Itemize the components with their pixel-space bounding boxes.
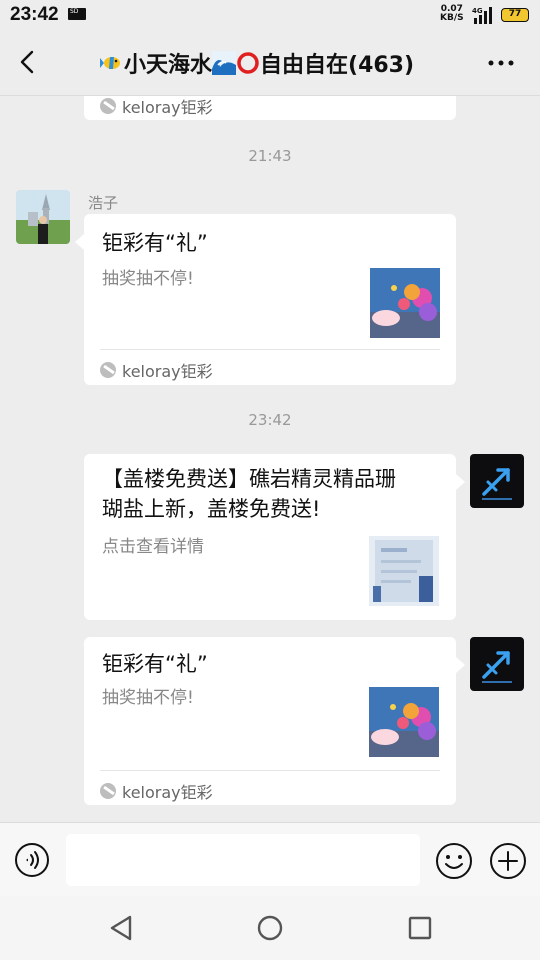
card-source-label: keloray钜彩 bbox=[122, 783, 213, 802]
card-source: keloray钜彩 bbox=[100, 779, 213, 803]
card-desc: 抽奖抽不停! bbox=[102, 688, 194, 708]
card-thumbnail bbox=[370, 268, 440, 338]
chat-title-suffix: 自由自在(463) bbox=[260, 53, 415, 78]
sender-name: 浩子 bbox=[88, 194, 119, 212]
message-card[interactable]: 钜彩有“礼” 抽奖抽不停! keloray钜彩 bbox=[84, 214, 456, 385]
more-dots-icon[interactable] bbox=[486, 52, 516, 74]
card-divider bbox=[100, 770, 440, 771]
network-speed-unit: KB/S bbox=[440, 13, 464, 23]
message-card[interactable]: 钜彩有“礼” 抽奖抽不停! keloray钜彩 bbox=[84, 637, 456, 805]
square-recent-icon[interactable] bbox=[405, 913, 435, 943]
status-bar: 23:42 SD 0.07 KB/S 4G 77 bbox=[0, 0, 540, 30]
avatar[interactable] bbox=[470, 454, 524, 508]
card-title: 钜彩有“礼” bbox=[102, 652, 208, 676]
system-nav-bar bbox=[0, 896, 540, 960]
message-card[interactable]: 【盖楼免费送】礁岩精灵精品珊 瑚盐上新，盖楼免费送! 点击查看详情 bbox=[84, 454, 456, 620]
timestamp: 21:43 bbox=[248, 147, 292, 165]
card-desc: 点击查看详情 bbox=[102, 537, 204, 557]
bubble-tail bbox=[75, 234, 84, 250]
network-speed: 0.07 KB/S bbox=[440, 5, 464, 23]
avatar[interactable] bbox=[16, 190, 70, 244]
app-logo-icon bbox=[100, 362, 116, 378]
timestamp: 23:42 bbox=[248, 411, 292, 429]
card-source: keloray钜彩 bbox=[100, 96, 213, 118]
sd-card-icon: SD bbox=[68, 8, 86, 20]
circle-home-icon[interactable] bbox=[255, 913, 285, 943]
app-logo-icon bbox=[100, 98, 116, 114]
chat-messages[interactable]: keloray钜彩 21:43 浩子 钜彩有“礼” 抽奖抽不停! keloray… bbox=[0, 96, 540, 822]
card-source-label: keloray钜彩 bbox=[122, 98, 213, 117]
message-card-partial[interactable]: keloray钜彩 bbox=[84, 96, 456, 120]
status-time: 23:42 bbox=[10, 4, 59, 25]
card-title-line-2: 瑚盐上新，盖楼免费送! bbox=[102, 497, 321, 521]
card-source-label: keloray钜彩 bbox=[122, 362, 213, 381]
triangle-back-icon[interactable] bbox=[106, 913, 136, 943]
plus-icon[interactable] bbox=[489, 842, 527, 880]
red-circle-icon bbox=[236, 51, 260, 75]
chat-title-main: 小天海水 bbox=[124, 53, 213, 78]
card-title: 钜彩有“礼” bbox=[102, 231, 208, 255]
network-type: 4G bbox=[472, 7, 483, 15]
chevron-left-icon[interactable] bbox=[14, 48, 42, 76]
card-thumbnail bbox=[369, 536, 439, 606]
fish-icon bbox=[100, 51, 124, 75]
bubble-tail bbox=[456, 657, 465, 673]
input-bar bbox=[0, 822, 540, 896]
card-thumbnail bbox=[369, 687, 439, 757]
emoji-icon[interactable] bbox=[435, 842, 473, 880]
bubble-tail bbox=[456, 474, 465, 490]
card-desc: 抽奖抽不停! bbox=[102, 269, 194, 289]
signal-icon: 4G bbox=[472, 6, 496, 24]
chat-title: 小天海水 自由自在(463) bbox=[100, 46, 440, 80]
battery-icon: 77 bbox=[501, 8, 529, 22]
avatar[interactable] bbox=[470, 637, 524, 691]
voice-icon[interactable] bbox=[14, 842, 50, 878]
card-divider bbox=[100, 349, 440, 350]
app-logo-icon bbox=[100, 783, 116, 799]
wave-icon bbox=[212, 51, 237, 75]
chat-header: 小天海水 自由自在(463) bbox=[0, 30, 540, 96]
message-input[interactable] bbox=[66, 834, 420, 886]
card-source: keloray钜彩 bbox=[100, 358, 213, 382]
card-title-line-1: 【盖楼免费送】礁岩精灵精品珊 bbox=[102, 467, 396, 491]
